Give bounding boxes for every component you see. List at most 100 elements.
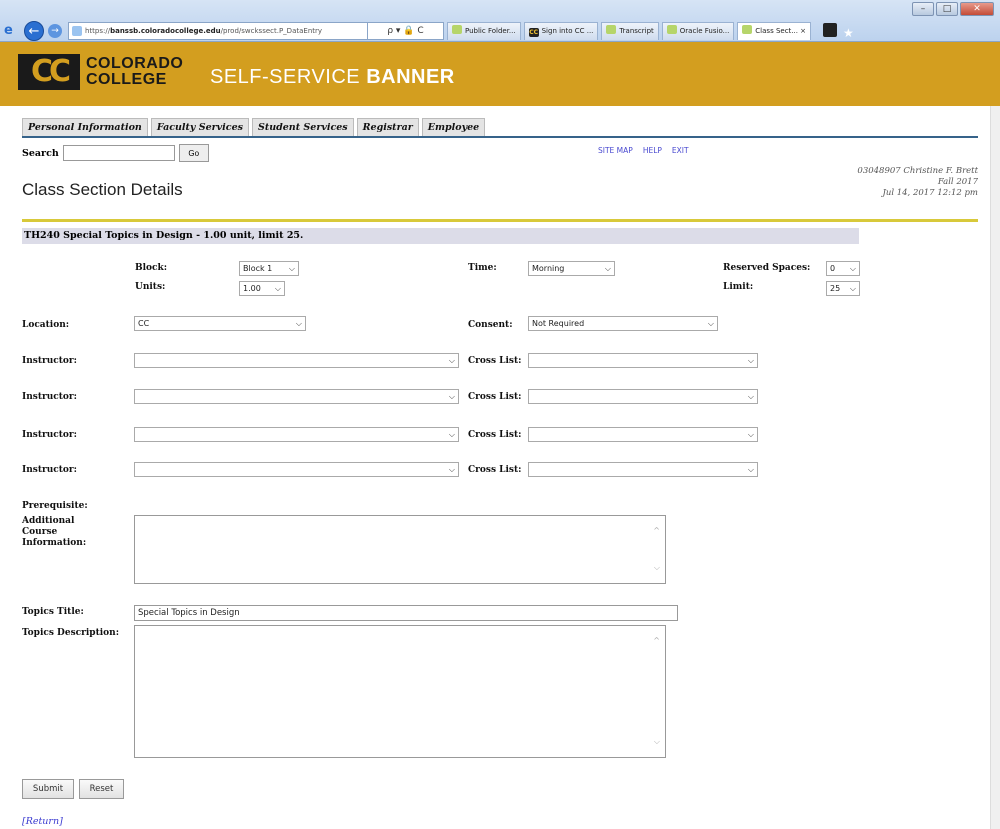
close-icon[interactable]: ✕	[960, 2, 994, 16]
browser-tab[interactable]: CC Sign into CC ...	[523, 22, 599, 40]
search-input[interactable]	[62, 145, 175, 161]
minimize-icon[interactable]: –	[912, 2, 934, 16]
banner-title-bold: BANNER	[366, 66, 455, 88]
banner-title-prefix: SELF-SERVICE	[210, 66, 367, 88]
browser-tab[interactable]: Public Folder...	[447, 22, 521, 40]
consent-value: Not Required	[532, 319, 585, 328]
cc-logo: CC	[18, 54, 80, 90]
location-label: Location:	[22, 320, 70, 330]
page-icon	[72, 26, 82, 36]
url-path: /prod/swckssect.P_DataEntry	[220, 27, 323, 35]
location-select[interactable]: CC ⌵	[134, 316, 306, 331]
exit-link[interactable]: EXIT	[672, 146, 689, 155]
main-nav: Personal Information Faculty Services St…	[22, 118, 488, 136]
browser-tab-active[interactable]: Class Sect... ×	[737, 22, 812, 40]
additional-info-line-2: Course	[22, 527, 58, 537]
tab-employee[interactable]: Employee	[421, 118, 486, 136]
chevron-down-icon: ⌵	[747, 392, 754, 401]
limit-value: 25	[830, 284, 841, 293]
cross-list-select-1[interactable]: ⌵	[528, 353, 758, 368]
instructor-select-1[interactable]: ⌵	[134, 353, 459, 368]
tab-label: Oracle Fusio...	[679, 27, 730, 35]
address-bar-icons[interactable]: ρ ▾ 🔒 C	[368, 22, 444, 40]
block-select[interactable]: Block 1 ⌵	[239, 261, 299, 276]
scroll-down-icon[interactable]: ⌵	[654, 737, 660, 747]
tab-page-icon	[742, 25, 753, 34]
chevron-down-icon: ⌵	[448, 465, 455, 474]
topics-description-textarea[interactable]: ^ ⌵	[134, 625, 666, 758]
submit-button[interactable]: Submit	[22, 779, 74, 799]
chevron-down-icon: ⌵	[448, 392, 455, 401]
cross-list-select-2[interactable]: ⌵	[528, 389, 758, 404]
chevron-down-icon: ⌵	[295, 319, 302, 328]
address-bar[interactable]: https://banssb.coloradocollege.edu/prod/…	[68, 22, 368, 40]
additional-info-label: Additional Course Information:	[22, 516, 86, 549]
additional-info-textarea[interactable]: ^ ⌵	[134, 515, 666, 584]
units-value: 1.00	[243, 284, 261, 293]
tab-page-icon	[666, 25, 677, 34]
college-name: COLORADO COLLEGE	[86, 56, 183, 88]
url-prefix: https://	[85, 27, 111, 35]
consent-select[interactable]: Not Required ⌵	[528, 316, 718, 331]
tab-personal-information[interactable]: Personal Information	[22, 118, 148, 136]
back-icon[interactable]: ←	[24, 21, 44, 41]
instructor-label: Instructor:	[22, 356, 77, 366]
reserved-spaces-select[interactable]: 0 ⌵	[826, 261, 860, 276]
chevron-down-icon: ⌵	[274, 284, 281, 293]
prerequisite-label: Prerequisite:	[22, 501, 88, 511]
scroll-up-icon[interactable]: ^	[653, 526, 660, 535]
tab-label: Public Folder...	[465, 27, 516, 35]
go-button[interactable]: Go	[178, 144, 209, 162]
page-scrollbar[interactable]	[990, 106, 1000, 829]
favorites-star-icon[interactable]: ★	[843, 26, 854, 40]
site-map-link[interactable]: SITE MAP	[598, 146, 633, 155]
cross-list-select-4[interactable]: ⌵	[528, 462, 758, 477]
college-line-2: COLLEGE	[86, 71, 167, 88]
chevron-down-icon: ⌵	[604, 264, 611, 273]
scroll-up-icon[interactable]: ^	[653, 636, 660, 645]
limit-select[interactable]: 25 ⌵	[826, 281, 860, 296]
chevron-down-icon: ⌵	[747, 356, 754, 365]
units-label: Units:	[135, 282, 166, 292]
window-controls: – □ ✕	[912, 2, 994, 16]
user-id-name: 03048907 Christine F. Brett	[857, 166, 978, 176]
browser-home-star[interactable]: ★	[823, 22, 860, 40]
reset-button[interactable]: Reset	[79, 779, 124, 799]
units-select[interactable]: 1.00 ⌵	[239, 281, 285, 296]
forward-icon[interactable]: →	[48, 24, 62, 38]
help-link[interactable]: HELP	[643, 146, 662, 155]
cross-list-label: Cross List:	[468, 392, 522, 402]
maximize-icon[interactable]: □	[936, 2, 958, 16]
limit-label: Limit:	[723, 282, 754, 292]
tab-label: Sign into CC ...	[541, 27, 594, 35]
browser-tab[interactable]: Oracle Fusio...	[661, 22, 735, 40]
tab-registrar[interactable]: Registrar	[356, 118, 419, 136]
chevron-down-icon: ⌵	[707, 319, 714, 328]
search-label: Search	[22, 147, 59, 159]
location-value: CC	[138, 319, 150, 328]
time-select[interactable]: Morning ⌵	[528, 261, 615, 276]
instructor-label: Instructor:	[22, 465, 77, 475]
instructor-select-4[interactable]: ⌵	[134, 462, 459, 477]
home-icon[interactable]	[823, 22, 838, 37]
page-title: Class Section Details	[22, 180, 183, 199]
instructor-select-3[interactable]: ⌵	[134, 427, 459, 442]
return-link[interactable]: [Return]	[22, 816, 63, 827]
url-host: banssb.coloradocollege.edu	[110, 27, 221, 35]
tab-faculty-services[interactable]: Faculty Services	[150, 118, 249, 136]
time-label: Time:	[468, 263, 497, 273]
user-info: 03048907 Christine F. Brett Fall 2017 Ju…	[857, 166, 978, 199]
chevron-down-icon: ⌵	[747, 465, 754, 474]
cross-list-select-3[interactable]: ⌵	[528, 427, 758, 442]
scroll-down-icon[interactable]: ⌵	[654, 563, 660, 573]
browser-tab[interactable]: Transcript	[601, 22, 659, 40]
tab-student-services[interactable]: Student Services	[251, 118, 354, 136]
cc-favicon-icon: CC	[528, 28, 539, 37]
time-value: Morning	[532, 264, 565, 273]
chevron-down-icon: ⌵	[448, 430, 455, 439]
instructor-select-2[interactable]: ⌵	[134, 389, 459, 404]
tab-page-icon	[606, 25, 617, 34]
banner-title: SELF-SERVICE BANNER	[210, 66, 455, 89]
topics-title-input[interactable]: Special Topics in Design	[134, 605, 678, 621]
cross-list-label: Cross List:	[468, 430, 522, 440]
